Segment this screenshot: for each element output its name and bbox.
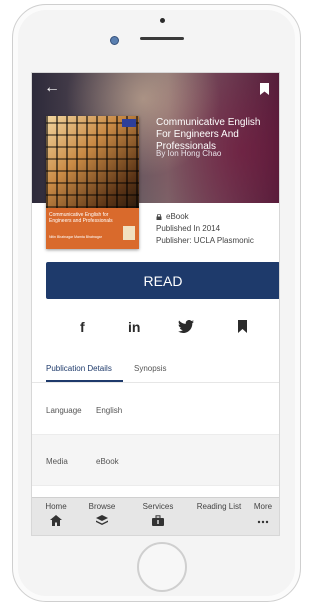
- share-row: f in: [32, 320, 279, 334]
- home-icon: [50, 515, 62, 526]
- layers-icon: [96, 515, 108, 525]
- detail-tabs: Publication Details Synopsis: [32, 362, 279, 383]
- detail-value: eBook: [96, 457, 119, 466]
- published-text: Published In 2014: [156, 224, 221, 233]
- briefcase-icon: [152, 515, 164, 526]
- earpiece-speaker: [140, 37, 184, 40]
- detail-value: English: [96, 406, 123, 415]
- more-icon: [257, 520, 269, 524]
- publisher-text: Publisher: UCLA Plasmonic: [156, 236, 254, 245]
- book-title: Communicative English For Engineers And …: [156, 117, 261, 152]
- detail-row-media: Media eBook: [32, 435, 279, 486]
- tabbar-more[interactable]: More: [246, 502, 279, 526]
- speaker-dot: [160, 18, 165, 23]
- format-line: eBook: [156, 211, 254, 223]
- active-tab-indicator: [46, 380, 123, 382]
- tabbar-services[interactable]: Services: [134, 502, 182, 526]
- tabbar-label: More: [253, 502, 273, 511]
- cover-photo: [46, 116, 139, 208]
- tabbar-reading-list[interactable]: Reading List: [190, 502, 248, 511]
- book-cover: Communicative English for Engineers and …: [46, 116, 139, 249]
- linkedin-icon[interactable]: in: [128, 320, 140, 334]
- lock-icon: [156, 213, 162, 220]
- app-screen: ← Communicative English For Engineers An…: [31, 72, 280, 536]
- tabbar-label: Home: [45, 502, 67, 511]
- book-author: By Ion Hong Chao: [156, 149, 222, 158]
- tab-synopsis[interactable]: Synopsis: [134, 364, 166, 373]
- tabbar-label: Browse: [88, 502, 116, 511]
- detail-key: Language: [46, 406, 82, 415]
- bottom-tab-bar: Home Browse Services Reading List More: [32, 497, 279, 535]
- detail-row-language: Language English: [32, 384, 279, 435]
- cover-authors: Nitin Bhatnagar Mamta Bhatnagar: [49, 235, 102, 239]
- cover-title: Communicative English for Engineers and …: [49, 212, 113, 224]
- cover-emblem: [123, 226, 135, 240]
- format-text: eBook: [166, 212, 189, 221]
- bookmark-icon[interactable]: [260, 83, 269, 95]
- twitter-icon[interactable]: [178, 320, 194, 333]
- tab-publication-details[interactable]: Publication Details: [46, 364, 112, 373]
- book-meta: eBook Published In 2014 Publisher: UCLA …: [156, 211, 254, 247]
- read-button[interactable]: READ: [46, 262, 279, 299]
- detail-key: Media: [46, 457, 68, 466]
- tabbar-label: Services: [142, 502, 174, 511]
- front-camera: [110, 36, 119, 45]
- home-hardware-button[interactable]: [137, 542, 187, 592]
- publisher-logo: [122, 119, 136, 127]
- tabbar-browse[interactable]: Browse: [78, 502, 126, 526]
- tabbar-label: Reading List: [196, 502, 242, 511]
- tabbar-home[interactable]: Home: [32, 502, 80, 526]
- facebook-icon[interactable]: f: [80, 320, 85, 334]
- save-bookmark-icon[interactable]: [238, 320, 247, 333]
- back-arrow-icon[interactable]: ←: [44, 80, 60, 96]
